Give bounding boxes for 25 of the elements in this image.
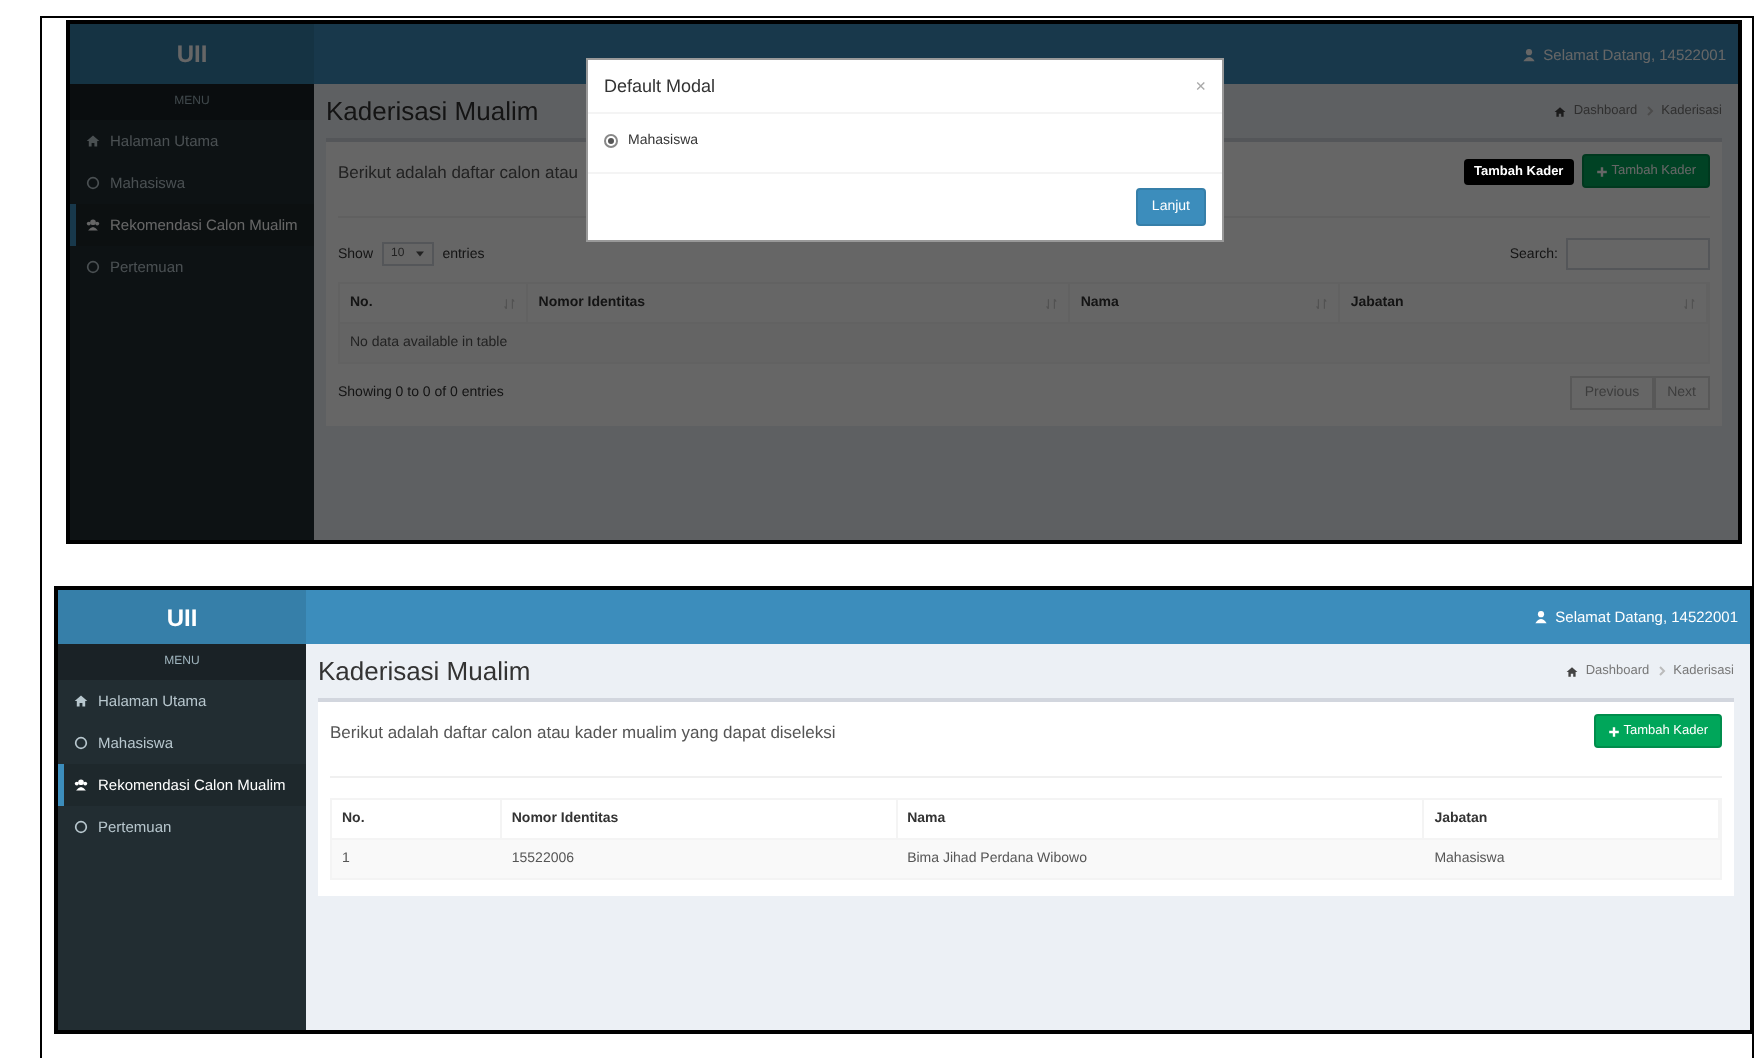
group-icon	[86, 218, 100, 232]
circle-icon	[74, 820, 88, 834]
user-icon	[1521, 47, 1536, 61]
close-button[interactable]: ×	[1195, 76, 1206, 96]
chevron-icon	[1657, 666, 1666, 676]
page-title: Kaderisasi Mualim	[326, 96, 539, 126]
home-icon	[1553, 105, 1566, 117]
home-icon	[74, 694, 88, 708]
group-icon	[74, 778, 88, 792]
description-text: Berikut adalah daftar calon atau	[338, 161, 579, 181]
home-icon	[1565, 665, 1578, 677]
radio-icon[interactable]	[604, 134, 618, 148]
home-icon	[86, 134, 100, 148]
circle-icon	[74, 736, 88, 750]
user-icon	[1533, 610, 1548, 624]
modal-title: Default Modal	[604, 76, 716, 96]
brand-logo[interactable]: UII	[70, 24, 314, 84]
description-text: Berikut adalah daftar calon atau kader mualim yang dapat diseleksi	[330, 721, 836, 741]
plus-icon	[1595, 165, 1608, 177]
page-title: Kaderisasi Mualim	[318, 656, 531, 686]
circle-icon	[86, 176, 100, 190]
circle-icon	[86, 260, 100, 274]
plus-icon	[1607, 725, 1620, 737]
brand-logo[interactable]: UII	[58, 590, 306, 644]
caret-icon	[416, 250, 425, 258]
